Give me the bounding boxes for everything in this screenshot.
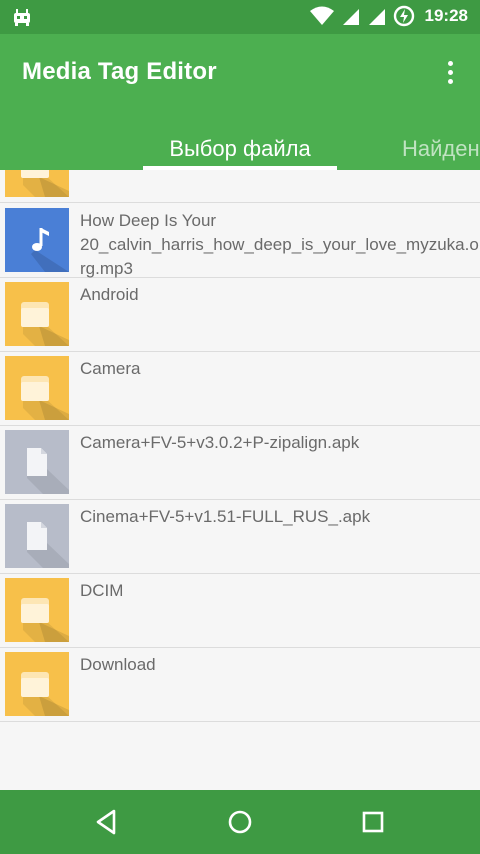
file-name: Camera: [80, 359, 141, 378]
home-icon[interactable]: [224, 806, 256, 838]
battery-charging-icon: [393, 5, 414, 27]
android-debug-icon: [14, 9, 30, 26]
audio-file-icon: [5, 208, 69, 272]
navigation-bar: [0, 790, 480, 854]
recents-icon[interactable]: [357, 806, 389, 838]
file-icon: [5, 430, 69, 494]
back-icon[interactable]: [90, 806, 122, 838]
folder-icon: [5, 170, 69, 197]
tab-found[interactable]: Найден: [402, 130, 480, 170]
wifi-icon: [309, 6, 334, 25]
folder-icon: [5, 652, 69, 716]
file-name: How Deep Is Your 20_calvin_harris_how_de…: [80, 211, 479, 278]
signal-icon: [368, 9, 385, 25]
folder-icon: [5, 578, 69, 642]
list-item[interactable]: [0, 170, 480, 203]
tab-bar: Выбор файла Найден: [0, 130, 480, 170]
tab-label: Выбор файла: [169, 136, 311, 161]
list-item[interactable]: How Deep Is Your 20_calvin_harris_how_de…: [0, 203, 480, 278]
file-name: DCIM: [80, 581, 124, 600]
tab-label: Найден: [402, 136, 480, 161]
list-item[interactable]: DCIM: [0, 573, 480, 648]
file-name: Camera+FV-5+v3.0.2+P-zipalign.apk: [80, 433, 360, 452]
list-item[interactable]: Camera+FV-5+v3.0.2+P-zipalign.apk: [0, 425, 480, 500]
list-item[interactable]: Camera: [0, 351, 480, 426]
file-icon: [5, 504, 69, 568]
app-title: Media Tag Editor: [22, 58, 217, 85]
folder-icon: [5, 282, 69, 346]
list-item[interactable]: Android: [0, 277, 480, 352]
tab-file-selection[interactable]: Выбор файла: [143, 130, 337, 170]
file-name: Android: [80, 285, 139, 304]
list-item[interactable]: Cinema+FV-5+v1.51-FULL_RUS_.apk: [0, 499, 480, 574]
file-name: Cinema+FV-5+v1.51-FULL_RUS_.apk: [80, 507, 371, 526]
file-list[interactable]: How Deep Is Your 20_calvin_harris_how_de…: [0, 170, 480, 790]
file-name: Download: [80, 655, 156, 674]
status-time: 19:28: [424, 6, 468, 25]
status-bar: 19:28: [0, 0, 480, 34]
folder-icon: [5, 356, 69, 420]
signal-icon: [342, 9, 359, 25]
list-item[interactable]: Download: [0, 647, 480, 722]
overflow-menu-icon[interactable]: [438, 58, 462, 86]
app-bar: Media Tag Editor Выбор файла Найден: [0, 34, 480, 170]
